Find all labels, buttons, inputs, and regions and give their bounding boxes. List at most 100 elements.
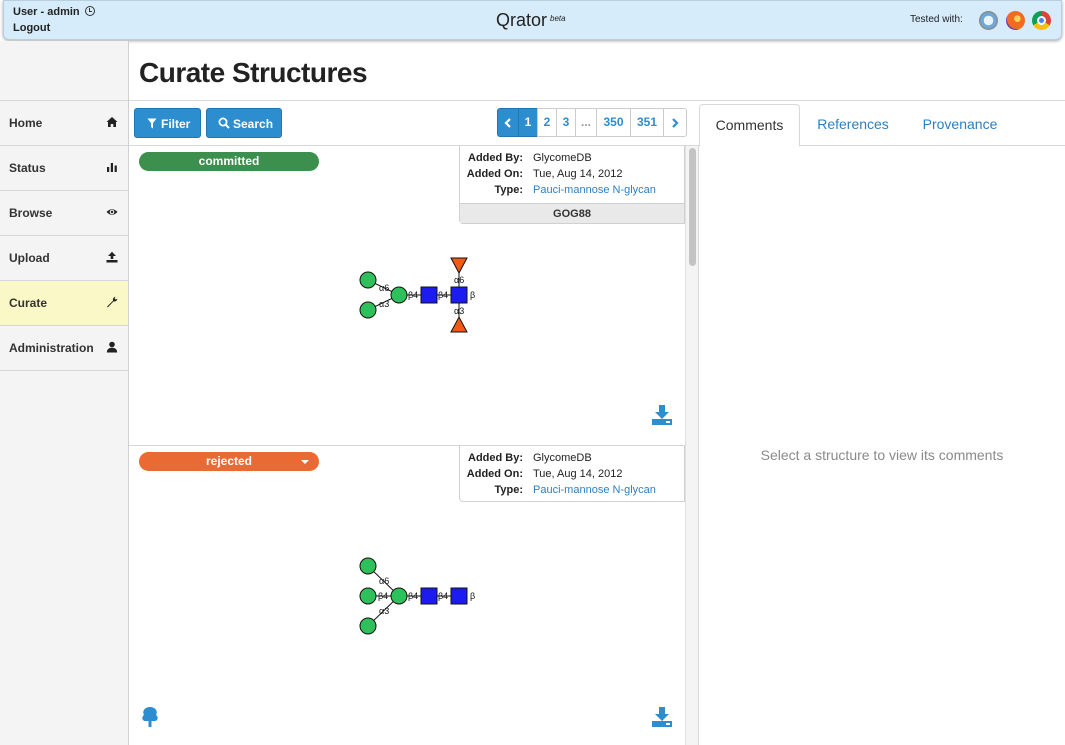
linkage-label: α6 bbox=[379, 283, 389, 293]
sidebar-item-curate[interactable]: Curate bbox=[0, 280, 128, 325]
added-on-value: Tue, Aug 14, 2012 bbox=[533, 468, 623, 480]
type-link[interactable]: Pauci-mannose N-glycan bbox=[533, 184, 656, 196]
tested-with-label: Tested with: bbox=[910, 14, 963, 25]
page-title: Curate Structures bbox=[139, 57, 368, 88]
linkage-label: α3 bbox=[454, 306, 464, 316]
prev-page-button[interactable] bbox=[497, 108, 519, 137]
linkage-label: β4 bbox=[378, 591, 388, 601]
app-title: Qrator beta bbox=[496, 10, 566, 31]
linkage-label: β4 bbox=[408, 591, 418, 601]
download-icon[interactable] bbox=[651, 404, 673, 426]
top-bar: User - admin Logout Qrator beta Tested wi… bbox=[3, 0, 1062, 40]
structure-metadata: Added By: GlycomeDB Added On: Tue, Aug 14,… bbox=[459, 446, 685, 502]
logout-link[interactable]: Logout bbox=[13, 22, 50, 34]
eye-icon bbox=[106, 209, 118, 215]
search-icon bbox=[218, 117, 230, 129]
mannose-node bbox=[359, 301, 377, 319]
home-icon bbox=[106, 117, 118, 127]
linkage-label: α3 bbox=[379, 299, 389, 309]
sidebar-item-label: Status bbox=[9, 161, 46, 175]
linkage-label: β4 bbox=[408, 290, 418, 300]
linkage-label: α3 bbox=[379, 606, 389, 616]
bar-chart-icon bbox=[107, 163, 117, 172]
page-ellipsis: ... bbox=[575, 108, 597, 137]
sidebar-item-label: Browse bbox=[9, 206, 53, 220]
sidebar-divider bbox=[0, 370, 128, 371]
beta-badge: beta bbox=[550, 14, 566, 23]
sidebar-item-status[interactable]: Status bbox=[0, 145, 128, 190]
linkage-label: β4 bbox=[438, 591, 448, 601]
page-2-button[interactable]: 2 bbox=[537, 108, 557, 137]
clock-icon[interactable] bbox=[84, 6, 95, 16]
linkage-label: β4 bbox=[438, 290, 448, 300]
app-name: Qrator bbox=[496, 10, 548, 30]
added-on-label: Added On: bbox=[466, 168, 523, 180]
sidebar-item-home[interactable]: Home bbox=[0, 100, 128, 145]
sidebar-item-administration[interactable]: Administration bbox=[0, 325, 128, 370]
status-dropdown[interactable]: rejected bbox=[139, 452, 319, 471]
structure-id: GOG88 bbox=[460, 203, 684, 223]
caret-down-icon bbox=[301, 460, 309, 464]
type-label: Type: bbox=[494, 184, 523, 196]
glycan-structure-diagram: α6 α3 β4 β4 α6 α3 β bbox=[359, 257, 475, 333]
status-badge: committed bbox=[139, 152, 319, 171]
glcnac-node bbox=[420, 286, 438, 304]
mannose-node bbox=[359, 617, 377, 635]
user-icon bbox=[106, 341, 118, 353]
page-3-button[interactable]: 3 bbox=[556, 108, 576, 137]
filter-icon bbox=[147, 118, 157, 129]
page-1-button[interactable]: 1 bbox=[518, 108, 538, 137]
tree-icon[interactable] bbox=[140, 706, 160, 728]
chrome-icon[interactable] bbox=[1032, 11, 1051, 30]
download-icon[interactable] bbox=[651, 706, 673, 728]
tab-provenance[interactable]: Provenance bbox=[911, 104, 1009, 146]
structure-list: committed Added By: GlycomeDB Added On: Tu… bbox=[129, 146, 685, 745]
filter-button[interactable]: Filter bbox=[134, 108, 201, 138]
next-page-button[interactable] bbox=[663, 108, 687, 137]
fucose-node bbox=[450, 257, 468, 275]
linkage-label: α6 bbox=[379, 576, 389, 586]
linkage-label: α6 bbox=[454, 275, 464, 285]
structure-card[interactable]: committed Added By: GlycomeDB Added On: Tu… bbox=[129, 146, 685, 446]
added-on-label: Added On: bbox=[466, 468, 523, 480]
mannose-node bbox=[390, 286, 408, 304]
structure-card[interactable]: rejected Added By: GlycomeDB Added On: Tue… bbox=[129, 446, 685, 745]
added-on-value: Tue, Aug 14, 2012 bbox=[533, 168, 623, 180]
sidebar: Home Status Browse Upload Curate Adminis… bbox=[0, 41, 129, 745]
tab-comments[interactable]: Comments bbox=[699, 104, 800, 147]
mannose-node bbox=[359, 557, 377, 575]
comments-empty-message: Select a structure to view its comments bbox=[760, 447, 1004, 463]
mannose-node bbox=[359, 587, 377, 605]
structure-metadata: Added By: GlycomeDB Added On: Tue, Aug 14,… bbox=[459, 146, 685, 224]
added-by-label: Added By: bbox=[468, 152, 523, 164]
sidebar-item-label: Curate bbox=[9, 296, 48, 310]
sidebar-item-upload[interactable]: Upload bbox=[0, 235, 128, 280]
added-by-value: GlycomeDB bbox=[533, 452, 592, 464]
sidebar-item-label: Upload bbox=[9, 251, 50, 265]
mannose-node bbox=[359, 271, 377, 289]
glcnac-node bbox=[450, 286, 468, 304]
filter-button-label: Filter bbox=[161, 117, 191, 131]
search-button-label: Search bbox=[233, 117, 274, 131]
list-scrollbar[interactable] bbox=[685, 146, 699, 745]
right-panel-tabs: Comments References Provenance bbox=[699, 100, 1065, 147]
type-label: Type: bbox=[494, 484, 523, 496]
page-351-button[interactable]: 351 bbox=[630, 108, 664, 137]
safari-icon[interactable] bbox=[979, 11, 998, 30]
sidebar-item-browse[interactable]: Browse bbox=[0, 190, 128, 235]
sidebar-item-label: Administration bbox=[9, 341, 94, 355]
page-350-button[interactable]: 350 bbox=[596, 108, 631, 137]
glcnac-node bbox=[420, 587, 438, 605]
user-info: User - admin bbox=[13, 6, 95, 18]
search-button[interactable]: Search bbox=[206, 108, 282, 138]
linkage-label: β bbox=[470, 591, 475, 601]
type-link[interactable]: Pauci-mannose N-glycan bbox=[533, 484, 656, 496]
sidebar-item-label: Home bbox=[9, 116, 43, 130]
status-badge-label: rejected bbox=[205, 454, 253, 468]
scrollbar-thumb[interactable] bbox=[689, 148, 696, 266]
tab-references[interactable]: References bbox=[807, 104, 899, 146]
added-by-label: Added By: bbox=[468, 452, 523, 464]
firefox-icon[interactable] bbox=[1006, 11, 1025, 30]
wrench-icon bbox=[107, 296, 118, 308]
added-by-value: GlycomeDB bbox=[533, 152, 592, 164]
